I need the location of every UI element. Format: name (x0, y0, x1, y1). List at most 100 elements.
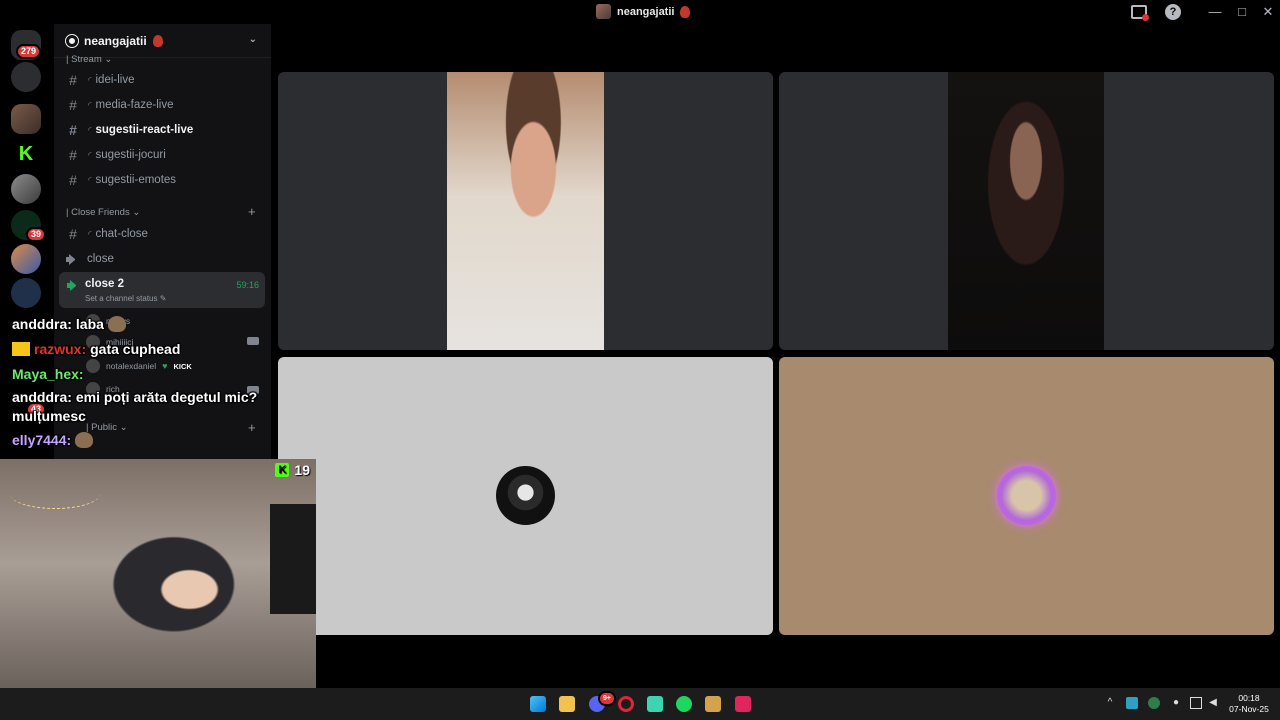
chat-text: mulțumesc (12, 408, 86, 424)
channel-sugestii-jocuri[interactable]: # ◜ sugestii-jocuri (66, 144, 266, 166)
channel-media-faze-live[interactable]: # ◜ media-faze-live (66, 94, 266, 116)
discord-badge: 9+ (598, 691, 616, 706)
speaker-icon (66, 253, 79, 265)
avatar (496, 466, 555, 525)
thread-icon: ◜ (88, 99, 92, 110)
server-neangajatii-icon[interactable] (11, 104, 41, 134)
close-button[interactable]: ✕ (1259, 3, 1277, 21)
app-icon[interactable] (705, 696, 721, 712)
minimize-button[interactable]: — (1206, 3, 1224, 21)
taskbar: 9+ ^ ● ◀ 00:18 07-Nov-25 (0, 688, 1280, 720)
server-unread-badge: 39 (26, 227, 47, 242)
channel-label: sugestii-emotes (95, 174, 177, 186)
chat-user: andddra: (12, 389, 72, 405)
hash-icon: # (69, 97, 77, 113)
volume-icon[interactable]: ◀ (1207, 697, 1219, 709)
tray-chevron-icon[interactable]: ^ (1104, 697, 1116, 709)
channel-sugestii-react-live[interactable]: # ◜ sugestii-react-live (66, 119, 266, 141)
category-close-friends[interactable]: | Close Friends ⌄ (66, 207, 140, 218)
server-avatar-icon (596, 4, 611, 19)
channel-label: close (87, 253, 114, 265)
chat-bubble-icon[interactable] (11, 62, 41, 92)
category-stream[interactable]: | Stream ⌄ (66, 54, 112, 65)
tiktok-icon[interactable] (735, 696, 751, 712)
server-icon[interactable] (11, 174, 41, 204)
chat-user: Maya_hex: (12, 366, 84, 382)
file-explorer-icon[interactable] (559, 696, 575, 712)
voice-channel-close-2[interactable]: close 2 Set a channel status ✎ 59:16 (59, 272, 265, 308)
server-header[interactable]: neangajatii ⌄ (54, 24, 271, 58)
chat-message: razwux: gata cuphead (12, 341, 180, 357)
spotify-icon[interactable] (676, 696, 692, 712)
dm-unread-badge: 279 (16, 44, 42, 59)
bear-emote-icon (107, 316, 126, 332)
crown-badge-icon (12, 342, 30, 356)
chat-message: andddra: emi poți arăta degetul mic? (12, 389, 257, 405)
channel-label: sugestii-react-live (95, 124, 194, 136)
hash-icon: # (69, 226, 77, 242)
microphone-icon[interactable]: ● (1170, 697, 1182, 709)
screen-share-icon[interactable] (1131, 5, 1149, 21)
create-channel-button[interactable]: + (248, 204, 256, 219)
speaker-icon (67, 280, 80, 291)
participant-video (948, 72, 1104, 350)
hash-icon: # (69, 122, 77, 138)
title-bar: neangajatii ? — □ ✕ (0, 0, 1280, 24)
voice-channel-close[interactable]: close (66, 248, 266, 270)
kick-icon: K (275, 463, 290, 477)
chevron-down-icon: ⌄ (248, 34, 257, 45)
create-channel-button[interactable]: + (248, 420, 256, 435)
opera-icon[interactable] (618, 696, 634, 712)
category-label: | Close Friends ⌄ (66, 207, 141, 218)
member-name: notalexdaniel (106, 361, 157, 371)
server-name: neangajatii (84, 33, 147, 48)
voice-member[interactable]: notalexdaniel ♥ KICK (86, 359, 192, 373)
server-bunny-icon[interactable] (11, 278, 41, 308)
maximize-button[interactable]: □ (1233, 3, 1251, 21)
clock-time: 00:18 (1238, 693, 1260, 703)
hash-icon: # (69, 147, 77, 163)
thread-icon: ◜ (88, 174, 92, 185)
chat-message: mulțumesc (12, 408, 86, 424)
hash-icon: # (69, 72, 77, 88)
network-icon[interactable] (1190, 697, 1202, 709)
chat-message: elly7444: (12, 432, 94, 448)
chat-text: laba (75, 316, 104, 332)
participant-tile-speaking[interactable] (779, 357, 1274, 635)
streamer-webcam: K 19 (0, 459, 316, 720)
channel-idei-live[interactable]: # ◜ idei-live (66, 69, 266, 91)
channel-chat-close[interactable]: # ◜ chat-close (66, 223, 266, 245)
app-icon[interactable] (647, 696, 663, 712)
avatar (86, 359, 100, 373)
channel-status-link[interactable]: Set a channel status ✎ (85, 294, 166, 303)
tray-app-icon[interactable] (1126, 697, 1138, 709)
server-settings-icon (65, 33, 79, 48)
heart-icon: ♥ (162, 361, 168, 371)
hash-icon: # (69, 172, 77, 188)
channel-label: idei-live (95, 74, 135, 86)
server-icon[interactable] (11, 244, 41, 274)
chat-user: razwux: (34, 341, 87, 357)
chat-user: elly7444: (12, 432, 72, 448)
windows-start-icon[interactable] (530, 696, 546, 712)
channel-sugestii-emotes[interactable]: # ◜ sugestii-emotes (66, 169, 266, 191)
voice-duration: 59:16 (236, 280, 259, 290)
channel-label: media-faze-live (95, 99, 174, 111)
chat-text: gata cuphead (90, 341, 181, 357)
thread-icon: ◜ (88, 149, 92, 160)
system-clock[interactable]: 00:18 07-Nov-25 (1226, 693, 1272, 715)
window-title: neangajatii (596, 4, 691, 19)
chat-user: andddra: (12, 316, 72, 332)
rose-emoji-icon (680, 5, 691, 18)
video-tile[interactable] (278, 72, 773, 350)
fairy-lights (10, 479, 100, 509)
tray-app-icon[interactable] (1148, 697, 1160, 709)
window-title-text: neangajatii (617, 5, 675, 18)
video-tile[interactable] (779, 72, 1274, 350)
help-icon[interactable]: ? (1165, 4, 1181, 20)
clock-date: 07-Nov-25 (1229, 704, 1269, 714)
server-kick-icon[interactable]: K (11, 139, 41, 169)
bear-emote-icon (75, 432, 94, 448)
participant-tile[interactable] (278, 357, 773, 635)
thread-icon: ◜ (88, 228, 92, 239)
